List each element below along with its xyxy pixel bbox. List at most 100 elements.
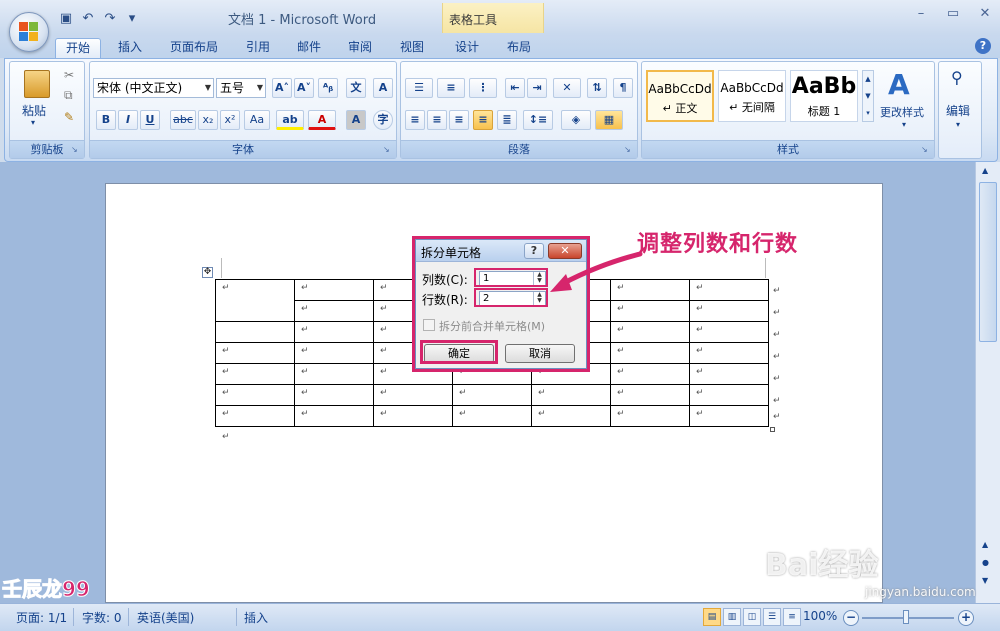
print-layout-icon[interactable]: ▤: [703, 608, 721, 626]
align-center-icon[interactable]: ≡: [427, 110, 447, 130]
align-right-icon[interactable]: ≡: [449, 110, 469, 130]
align-left-icon[interactable]: ≡: [405, 110, 425, 130]
table-cell[interactable]: ↵: [610, 342, 690, 364]
tab-page-layout[interactable]: 页面布局: [163, 38, 225, 58]
decrease-indent-icon[interactable]: ⇤: [505, 78, 525, 98]
tab-design[interactable]: 设计: [445, 38, 489, 58]
table-cell[interactable]: ↵: [610, 321, 690, 343]
tab-mailings[interactable]: 邮件: [287, 38, 331, 58]
page-count[interactable]: 页面: 1/1: [16, 609, 67, 626]
merge-before-split-checkbox[interactable]: [423, 319, 435, 331]
word-count[interactable]: 字数: 0: [82, 609, 122, 626]
zoom-slider-thumb[interactable]: [903, 610, 909, 624]
font-launcher-icon[interactable]: ↘: [383, 145, 393, 155]
cancel-button[interactable]: 取消: [505, 344, 575, 363]
font-size-select[interactable]: 五号 ▼: [216, 78, 266, 98]
paragraph-launcher-icon[interactable]: ↘: [624, 145, 634, 155]
table-cell[interactable]: ↵: [294, 405, 374, 427]
table-cell[interactable]: ↵: [689, 342, 769, 364]
tab-layout[interactable]: 布局: [497, 38, 541, 58]
clipboard-launcher-icon[interactable]: ↘: [71, 145, 81, 155]
table-cell[interactable]: ↵: [610, 300, 690, 322]
underline-icon[interactable]: U: [140, 110, 160, 130]
scrollbar-thumb[interactable]: [979, 182, 997, 342]
table-cell[interactable]: ↵: [215, 405, 295, 427]
styles-gallery-scroll[interactable]: ▲ ▼ ▾: [862, 70, 874, 122]
zoom-out-icon[interactable]: −: [843, 610, 859, 626]
change-styles-button[interactable]: 更改样式: [880, 104, 924, 120]
style-heading-1[interactable]: AaBb 标题 1: [790, 70, 858, 122]
change-styles-icon[interactable]: A: [888, 68, 910, 101]
distributed-icon[interactable]: ≣: [497, 110, 517, 130]
line-spacing-icon[interactable]: ↕≡: [523, 110, 553, 130]
zoom-level[interactable]: 100%: [803, 609, 837, 623]
table-resize-handle[interactable]: [770, 427, 775, 432]
tab-references[interactable]: 引用: [236, 38, 280, 58]
vertical-scrollbar[interactable]: ▲ ▲ ● ▼: [975, 162, 1000, 603]
minimize-icon[interactable]: –: [914, 6, 928, 21]
redo-icon[interactable]: ↷: [102, 11, 118, 27]
draft-icon[interactable]: ≡: [783, 608, 801, 626]
table-cell[interactable]: ↵: [610, 363, 690, 385]
table-cell[interactable]: ↵: [689, 405, 769, 427]
borders-icon[interactable]: ▦: [595, 110, 623, 130]
full-screen-reading-icon[interactable]: ▥: [723, 608, 741, 626]
increase-indent-icon[interactable]: ⇥: [527, 78, 547, 98]
bold-icon[interactable]: B: [96, 110, 116, 130]
table-cell[interactable]: ↵: [610, 405, 690, 427]
table-cell[interactable]: ↵: [294, 384, 374, 406]
zoom-in-icon[interactable]: +: [958, 610, 974, 626]
grow-font-icon[interactable]: A˄: [272, 78, 292, 98]
shrink-font-icon[interactable]: A˅: [294, 78, 314, 98]
table-cell[interactable]: ↵: [294, 363, 374, 385]
paste-dropdown-icon[interactable]: ▾: [31, 118, 35, 127]
customize-qat-icon[interactable]: ▾: [124, 11, 140, 27]
multilevel-list-icon[interactable]: ⋮: [469, 78, 497, 98]
character-shading-icon[interactable]: A: [346, 110, 366, 130]
styles-launcher-icon[interactable]: ↘: [921, 145, 931, 155]
paste-icon[interactable]: [24, 70, 50, 98]
italic-icon[interactable]: I: [118, 110, 138, 130]
table-cell[interactable]: ↵: [294, 321, 374, 343]
scroll-up-icon[interactable]: ▲: [982, 540, 988, 549]
copy-icon[interactable]: ⧉: [64, 88, 73, 103]
table-cell[interactable]: ↵: [294, 300, 374, 322]
table-cell[interactable]: ↵: [294, 342, 374, 364]
font-color-icon[interactable]: A: [308, 110, 336, 130]
language-indicator[interactable]: 英语(美国): [137, 609, 194, 626]
table-cell[interactable]: [215, 321, 295, 343]
table-move-handle[interactable]: ✥: [202, 267, 213, 278]
format-painter-icon[interactable]: ✎: [64, 110, 74, 124]
table-cell[interactable]: ↵: [689, 321, 769, 343]
justify-icon[interactable]: ≡: [473, 110, 493, 130]
shading-icon[interactable]: ◈: [561, 110, 591, 130]
tab-review[interactable]: 审阅: [338, 38, 382, 58]
table-cell[interactable]: ↵: [689, 363, 769, 385]
table-cell[interactable]: ↵: [215, 342, 295, 364]
table-cell[interactable]: ↵: [215, 363, 295, 385]
subscript-icon[interactable]: x₂: [198, 110, 218, 130]
table-cell[interactable]: ↵: [689, 384, 769, 406]
browse-object-icon[interactable]: ●: [982, 558, 989, 567]
highlight-icon[interactable]: ab: [276, 110, 304, 130]
bullets-icon[interactable]: ☰: [405, 78, 433, 98]
numbering-icon[interactable]: ≡: [437, 78, 465, 98]
editing-button[interactable]: 编辑: [946, 102, 970, 119]
font-name-select[interactable]: 宋体 (中文正文) ▼: [93, 78, 214, 98]
table-cell[interactable]: ↵: [531, 405, 611, 427]
table-cell[interactable]: ↵: [215, 279, 295, 322]
strikethrough-icon[interactable]: abc: [170, 110, 196, 130]
table-cell[interactable]: ↵: [294, 279, 374, 301]
web-layout-icon[interactable]: ◫: [743, 608, 761, 626]
help-icon[interactable]: ?: [975, 38, 991, 54]
asian-layout-icon[interactable]: ✕: [553, 78, 581, 98]
table-cell[interactable]: ↵: [689, 300, 769, 322]
table-cell[interactable]: ↵: [373, 405, 453, 427]
change-case-icon[interactable]: Aa: [244, 110, 270, 130]
superscript-icon[interactable]: x²: [220, 110, 240, 130]
maximize-icon[interactable]: ▭: [946, 6, 960, 21]
clear-format-icon[interactable]: ᴬᵦ: [318, 78, 338, 98]
tab-view[interactable]: 视图: [390, 38, 434, 58]
binoculars-icon[interactable]: ⚲: [951, 68, 963, 87]
enclose-characters-icon[interactable]: 字: [373, 110, 393, 130]
